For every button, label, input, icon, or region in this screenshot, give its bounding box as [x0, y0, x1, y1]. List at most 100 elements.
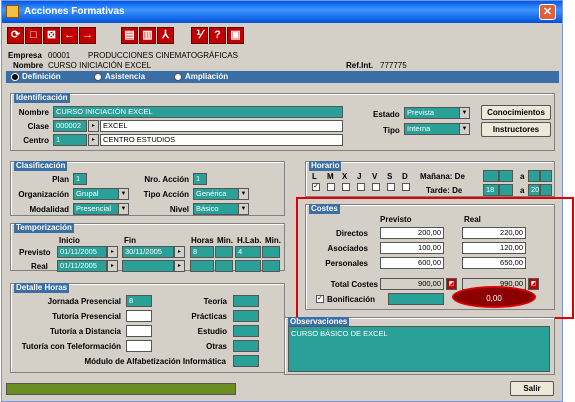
- nombre-value: CURSO INICIACIÓN EXCEL: [48, 61, 152, 70]
- real-fin-field[interactable]: [122, 260, 174, 272]
- prev-horas-field[interactable]: 8: [190, 246, 214, 258]
- day-j-checkbox[interactable]: [357, 183, 365, 191]
- refresh-icon[interactable]: ⟳: [7, 27, 24, 44]
- prev-fin-lookup-icon[interactable]: ▸: [174, 246, 185, 258]
- tipo-accion-select[interactable]: Genérica: [193, 188, 239, 200]
- prev-fin-field[interactable]: 30/11/2005: [122, 246, 174, 258]
- list-icon[interactable]: ▤: [121, 27, 138, 44]
- manana-de-field[interactable]: [483, 170, 499, 182]
- nivel-select[interactable]: Básico: [193, 203, 239, 215]
- close-button[interactable]: ✕: [539, 4, 556, 20]
- pdf-icon[interactable]: ⅄: [157, 27, 174, 44]
- nivel-dropdown-icon[interactable]: ▼: [238, 203, 249, 215]
- day-v-checkbox[interactable]: [372, 183, 380, 191]
- real-inicio-field[interactable]: 01/11/2005: [57, 260, 107, 272]
- real-label: Real: [31, 262, 48, 271]
- tipo-accion-dropdown-icon[interactable]: ▼: [238, 188, 249, 200]
- nro-accion-field[interactable]: 1: [193, 173, 207, 185]
- real-min2-field[interactable]: [262, 260, 280, 272]
- tab-ampliacion-radio[interactable]: [174, 73, 182, 81]
- tab-asistencia-radio[interactable]: [94, 73, 102, 81]
- estudio-field[interactable]: [233, 325, 259, 337]
- otras-label: Otras: [206, 342, 227, 351]
- plan-field[interactable]: 1: [73, 173, 87, 185]
- modulo-alfabetizacion-field[interactable]: [233, 355, 259, 367]
- day-l-checkbox[interactable]: ✓: [312, 183, 320, 191]
- jornada-presencial-field[interactable]: 8: [126, 295, 152, 307]
- tab-ampliacion[interactable]: Ampliación: [185, 72, 228, 81]
- coste-personales-real[interactable]: 650,00: [462, 257, 526, 269]
- id-nombre-field[interactable]: CURSO INICIACIÓN EXCEL: [53, 106, 343, 118]
- tutoria-distancia-field[interactable]: [126, 325, 152, 337]
- tab-definicion-radio[interactable]: [11, 73, 19, 81]
- real-horas-field[interactable]: [190, 260, 214, 272]
- otras-field[interactable]: [233, 340, 259, 352]
- prev-min-field[interactable]: [215, 246, 233, 258]
- report-icon[interactable]: ▥: [139, 27, 156, 44]
- day-s-checkbox[interactable]: [387, 183, 395, 191]
- calc-icon[interactable]: ⅟: [191, 27, 208, 44]
- prev-min2-field[interactable]: [262, 246, 280, 258]
- total-real-calc-icon[interactable]: ◩: [528, 278, 539, 290]
- manana-a-field[interactable]: [528, 170, 540, 182]
- tipo-dropdown-icon[interactable]: ▼: [459, 123, 470, 135]
- modalidad-dropdown-icon[interactable]: ▼: [118, 203, 129, 215]
- day-d-checkbox[interactable]: [402, 183, 410, 191]
- new-icon[interactable]: □: [25, 27, 42, 44]
- organizacion-dropdown-icon[interactable]: ▼: [118, 188, 129, 200]
- real-inicio-lookup-icon[interactable]: ▸: [107, 260, 118, 272]
- modalidad-select[interactable]: Presencial: [73, 203, 119, 215]
- coste-personales-previsto[interactable]: 600,00: [380, 257, 444, 269]
- manana-a-min-field[interactable]: [540, 170, 552, 182]
- window-icon[interactable]: ▣: [227, 27, 244, 44]
- estado-dropdown-icon[interactable]: ▼: [459, 107, 470, 119]
- tarde-a-field[interactable]: 20: [528, 184, 540, 196]
- organizacion-select[interactable]: Grupal: [73, 188, 119, 200]
- prev-inicio-lookup-icon[interactable]: ▸: [107, 246, 118, 258]
- clase-lookup-icon[interactable]: ▸: [88, 120, 99, 132]
- coste-directos-real[interactable]: 220,00: [462, 227, 526, 239]
- tipo-select[interactable]: Interna: [404, 123, 460, 135]
- real-min-field[interactable]: [215, 260, 233, 272]
- id-centro-code[interactable]: 1: [53, 134, 87, 146]
- id-centro-name: CENTRO ESTUDIOS: [100, 134, 343, 146]
- estado-select[interactable]: Prevista: [404, 107, 460, 119]
- coste-directos-previsto[interactable]: 200,00: [380, 227, 444, 239]
- prev-hlab-field[interactable]: 4: [235, 246, 261, 258]
- real-hlab-field[interactable]: [235, 260, 261, 272]
- total-previsto-calc-icon[interactable]: ◩: [446, 278, 457, 290]
- prev-inicio-field[interactable]: 01/11/2005: [57, 246, 107, 258]
- teoria-field[interactable]: [233, 295, 259, 307]
- tarde-de-field[interactable]: 18: [483, 184, 499, 196]
- detalle-horas-group: Detalle Horas Jornada Presencial 8 Tutor…: [10, 283, 285, 373]
- tab-asistencia[interactable]: Asistencia: [105, 72, 145, 81]
- col-inicio: Inicio: [59, 236, 80, 245]
- tarde-a-min-field[interactable]: [540, 184, 552, 196]
- tutoria-presencial-field[interactable]: [126, 310, 152, 322]
- tipo-accion-label: Tipo Acción: [143, 190, 189, 199]
- real-fin-lookup-icon[interactable]: ▸: [174, 260, 185, 272]
- id-nombre-label: Nombre: [18, 108, 49, 117]
- instructores-button[interactable]: Instructores: [481, 122, 551, 137]
- practicas-field[interactable]: [233, 310, 259, 322]
- bonificacion-checkbox[interactable]: ✓: [316, 295, 324, 303]
- manana-de-min-field[interactable]: [499, 170, 513, 182]
- day-m-checkbox[interactable]: [327, 183, 335, 191]
- bonif-previsto-field[interactable]: [388, 293, 444, 305]
- id-clase-code[interactable]: 000002: [53, 120, 87, 132]
- day-x-checkbox[interactable]: [342, 183, 350, 191]
- observaciones-textarea[interactable]: CURSO BÁSICO DE EXCEL: [288, 326, 550, 372]
- back-icon[interactable]: ←: [61, 27, 78, 44]
- delete-icon[interactable]: ⊠: [43, 27, 60, 44]
- tarde-de-min-field[interactable]: [499, 184, 513, 196]
- centro-lookup-icon[interactable]: ▸: [88, 134, 99, 146]
- salir-button[interactable]: Salir: [510, 381, 554, 396]
- bonif-real-value[interactable]: 0,00: [462, 294, 526, 303]
- coste-asociados-real[interactable]: 120,00: [462, 242, 526, 254]
- coste-asociados-previsto[interactable]: 100,00: [380, 242, 444, 254]
- tab-definicion[interactable]: Definición: [22, 72, 61, 81]
- help-icon[interactable]: ?: [209, 27, 226, 44]
- conocimientos-button[interactable]: Conocimientos: [481, 105, 551, 120]
- forward-icon[interactable]: →: [79, 27, 96, 44]
- tutoria-teleformacion-field[interactable]: [126, 340, 152, 352]
